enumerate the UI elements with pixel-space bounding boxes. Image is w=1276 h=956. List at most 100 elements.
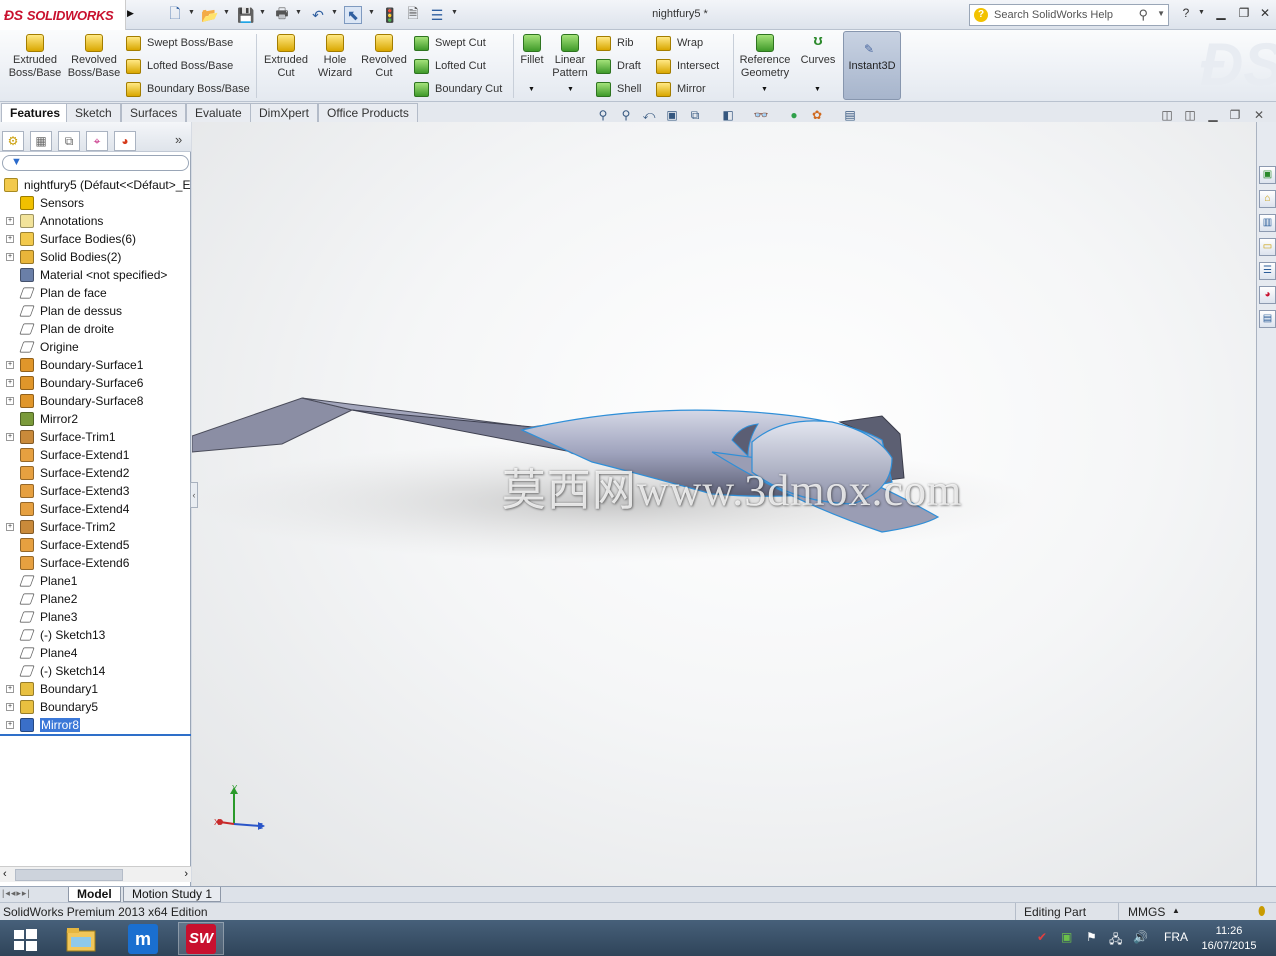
mirror-button[interactable]: Mirror <box>656 79 706 99</box>
tree-item[interactable]: Plane2 <box>0 590 77 608</box>
tree-item[interactable]: + Surface-Trim1 <box>0 428 116 446</box>
expand-plus-icon[interactable]: + <box>6 379 14 387</box>
swept-boss-button[interactable]: Swept Boss/Base <box>126 33 233 53</box>
boundary-boss-button[interactable]: Boundary Boss/Base <box>126 79 250 99</box>
tree-item[interactable]: Plane3 <box>0 608 77 626</box>
tree-item[interactable]: Plan de droite <box>0 320 114 338</box>
menu-arrow-icon[interactable]: ▶ <box>127 8 134 19</box>
home-icon[interactable]: ⌂ <box>1259 190 1276 208</box>
minimize-icon[interactable]: ▁ <box>1213 6 1229 22</box>
rebuild-status-icon[interactable]: ⬮ <box>1258 904 1266 919</box>
print-dropdown-icon[interactable]: ▼ <box>295 9 303 16</box>
tab-model[interactable]: Model <box>68 887 121 902</box>
intersect-button[interactable]: Intersect <box>656 56 719 76</box>
dimxpert-manager-tab-icon[interactable]: ⌖ <box>86 131 108 151</box>
feature-tree-tab-icon[interactable]: ⚙ <box>2 131 24 151</box>
select-cursor-icon[interactable]: ⬉ <box>344 6 362 24</box>
curves-button[interactable]: ʊ Curves <box>798 33 838 67</box>
tab-features[interactable]: Features <box>1 103 70 122</box>
lofted-cut-button[interactable]: Lofted Cut <box>414 56 486 76</box>
security-tray-icon[interactable]: ✔ <box>1037 930 1047 944</box>
action-center-flag-icon[interactable]: ⚑ <box>1086 930 1097 944</box>
tab-sketch[interactable]: Sketch <box>66 103 121 122</box>
property-manager-tab-icon[interactable]: ▦ <box>30 131 52 151</box>
tree-item[interactable]: Surface-Extend6 <box>0 554 129 572</box>
tab-surfaces[interactable]: Surfaces <box>121 103 187 122</box>
open-dropdown-icon[interactable]: ▼ <box>223 9 231 16</box>
swept-cut-button[interactable]: Swept Cut <box>414 33 486 53</box>
revolved-boss-button[interactable]: Revolved Boss/Base <box>64 34 124 80</box>
print-icon[interactable]: 🖶 <box>273 5 291 24</box>
expand-plus-icon[interactable]: + <box>6 523 14 531</box>
scroll-right-icon[interactable]: › <box>184 868 188 880</box>
help-dropdown-icon[interactable]: ▼ <box>1198 9 1206 16</box>
file-explorer-icon[interactable]: ▭ <box>1259 238 1276 256</box>
new-document-icon[interactable]: 🗋 <box>166 5 184 24</box>
save-dropdown-icon[interactable]: ▼ <box>259 9 267 16</box>
expand-plus-icon[interactable]: + <box>6 397 14 405</box>
tree-item[interactable]: Surface-Extend2 <box>0 464 129 482</box>
tree-item[interactable]: Surface-Extend5 <box>0 536 129 554</box>
save-icon[interactable]: 💾 <box>237 6 255 24</box>
design-library-icon[interactable]: ▥ <box>1259 214 1276 232</box>
undo-dropdown-icon[interactable]: ▼ <box>331 9 339 16</box>
options-dropdown-icon[interactable]: ▼ <box>451 9 459 16</box>
tab-evaluate[interactable]: Evaluate <box>186 103 251 122</box>
expand-plus-icon[interactable]: + <box>6 361 14 369</box>
tree-item[interactable]: + Boundary-Surface1 <box>0 356 143 374</box>
units-dropdown-icon[interactable]: ▲ <box>1172 906 1180 915</box>
tree-item[interactable]: Sensors <box>0 194 84 212</box>
options-icon[interactable]: ☰ <box>428 6 446 24</box>
boundary-cut-button[interactable]: Boundary Cut <box>414 79 502 99</box>
tree-item[interactable]: + Mirror8 <box>0 716 81 734</box>
volume-tray-icon[interactable]: 🔊 <box>1133 930 1148 944</box>
select-dropdown-icon[interactable]: ▼ <box>368 9 376 16</box>
undo-icon[interactable]: ↶ <box>309 6 327 24</box>
display-manager-tab-icon[interactable]: ◕ <box>114 131 136 151</box>
restore-icon[interactable]: ❐ <box>1236 6 1252 22</box>
expand-plus-icon[interactable]: + <box>6 217 14 225</box>
lofted-boss-button[interactable]: Lofted Boss/Base <box>126 56 233 76</box>
tree-item[interactable]: + Boundary-Surface6 <box>0 374 143 392</box>
expand-plus-icon[interactable]: + <box>6 703 14 711</box>
shell-button[interactable]: Shell <box>596 79 641 99</box>
expand-plus-icon[interactable]: + <box>6 685 14 693</box>
view-palette-icon[interactable]: ☰ <box>1259 262 1276 280</box>
tree-root-part[interactable]: nightfury5 (Défaut<<Défaut>_E <box>0 176 190 194</box>
scroll-left-icon[interactable]: ‹ <box>3 868 7 880</box>
file-explorer-taskbar-icon[interactable] <box>58 922 104 955</box>
custom-properties-icon[interactable]: ▤ <box>1259 310 1276 328</box>
system-clock[interactable]: 11:26 16/07/2015 <box>1196 924 1262 954</box>
tree-item[interactable]: + Surface Bodies(6) <box>0 230 136 248</box>
tree-item[interactable]: Material <not specified> <box>0 266 167 284</box>
tree-item[interactable]: Plan de face <box>0 284 107 302</box>
tree-item[interactable]: Surface-Extend1 <box>0 446 129 464</box>
expand-plus-icon[interactable]: + <box>6 253 14 261</box>
tree-item[interactable]: Surface-Extend3 <box>0 482 129 500</box>
help-search-input[interactable]: ? Search SolidWorks Help ⚲ ▼ <box>969 4 1169 26</box>
tree-item[interactable]: + Boundary-Surface8 <box>0 392 143 410</box>
solidworks-taskbar-icon[interactable]: SW <box>178 922 224 955</box>
pattern-dropdown-icon[interactable]: ▼ <box>567 86 574 93</box>
feature-filter-input[interactable]: ▼ <box>2 155 189 171</box>
expand-plus-icon[interactable]: + <box>6 235 14 243</box>
tree-item[interactable]: Plan de dessus <box>0 302 122 320</box>
tree-item[interactable]: + Surface-Trim2 <box>0 518 116 536</box>
open-folder-icon[interactable]: 📂 <box>201 6 219 24</box>
tree-item[interactable]: + Solid Bodies(2) <box>0 248 121 266</box>
revolved-cut-button[interactable]: Revolved Cut <box>358 34 410 80</box>
linear-pattern-button[interactable]: Linear Pattern <box>548 34 592 80</box>
network-tray-icon[interactable]: 🖧 <box>1109 930 1122 951</box>
tree-item[interactable]: Plane1 <box>0 572 77 590</box>
appearances-icon[interactable]: ◕ <box>1259 286 1276 304</box>
language-indicator[interactable]: FRA <box>1164 930 1188 944</box>
tree-item[interactable]: Origine <box>0 338 79 356</box>
curves-dropdown-icon[interactable]: ▼ <box>814 86 821 93</box>
expand-plus-icon[interactable]: + <box>6 433 14 441</box>
expand-plus-icon[interactable]: + <box>6 721 14 729</box>
expand-tabs-chevron-icon[interactable]: » <box>175 132 182 147</box>
extruded-boss-button[interactable]: Extruded Boss/Base <box>4 34 66 80</box>
search-icon[interactable]: ⚲ <box>1138 7 1148 23</box>
scrollbar-thumb[interactable] <box>15 869 123 881</box>
tree-item[interactable]: Mirror2 <box>0 410 78 428</box>
